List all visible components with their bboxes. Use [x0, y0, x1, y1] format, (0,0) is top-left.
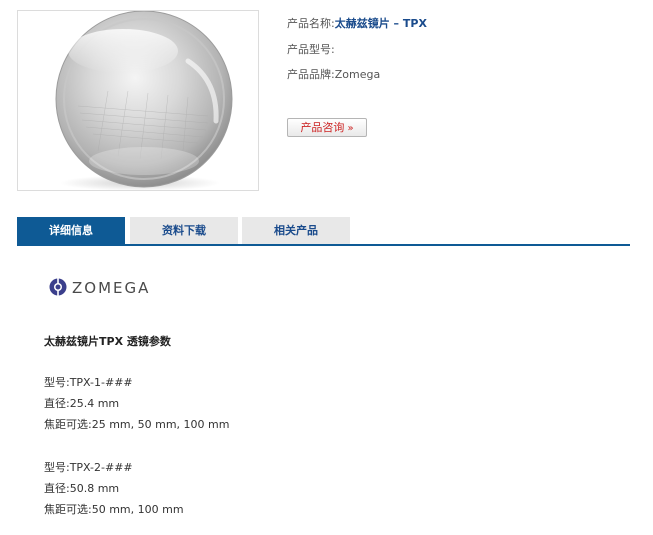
spec-focal-lengths: 焦距可选:25 mm, 50 mm, 100 mm: [44, 418, 230, 431]
product-image: [17, 10, 259, 191]
spec-diameter: 直径:25.4 mm: [44, 397, 120, 410]
lens-picture: [55, 11, 233, 190]
spec-group: 型号:TPX-2-### 直径:50.8 mm 焦距可选:50 mm, 100 …: [44, 459, 184, 522]
product-model-row: 产品型号:: [287, 41, 427, 67]
spec-model: 型号:TPX-1-###: [44, 376, 133, 389]
tab-details[interactable]: 详细信息: [17, 217, 125, 244]
detail-tabs: 详细信息 资料下载 相关产品: [17, 217, 630, 246]
spec-diameter: 直径:50.8 mm: [44, 482, 120, 495]
double-chevron-right-icon: »: [347, 123, 354, 134]
product-brand-label: 产品品牌:: [287, 68, 335, 81]
product-inquiry-button[interactable]: 产品咨询»: [287, 118, 367, 137]
zomega-logo-icon: [49, 278, 67, 296]
product-name-row: 产品名称:太赫兹镜片 – TPX: [287, 15, 427, 41]
product-brand-value: Zomega: [334, 68, 381, 81]
product-model-label: 产品型号:: [287, 42, 335, 56]
tab-downloads[interactable]: 资料下载: [130, 217, 238, 244]
tab-related-products[interactable]: 相关产品: [242, 217, 350, 244]
product-brand-row: 产品品牌:Zomega: [287, 66, 427, 92]
product-name-value: 太赫兹镜片 – TPX: [334, 17, 427, 30]
spec-group: 型号:TPX-1-### 直径:25.4 mm 焦距可选:25 mm, 50 m…: [44, 374, 229, 437]
spec-focal-lengths: 焦距可选:50 mm, 100 mm: [44, 503, 184, 516]
section-title: 太赫兹镜片TPX 透镜参数: [44, 335, 171, 348]
product-name-label: 产品名称:: [287, 17, 335, 30]
product-inquiry-label: 产品咨询: [300, 121, 345, 134]
spec-model: 型号:TPX-2-###: [44, 461, 133, 474]
zomega-logo-text: ZOMEGA: [72, 279, 151, 297]
product-info: 产品名称:太赫兹镜片 – TPX 产品型号: 产品品牌:Zomega: [287, 15, 427, 92]
